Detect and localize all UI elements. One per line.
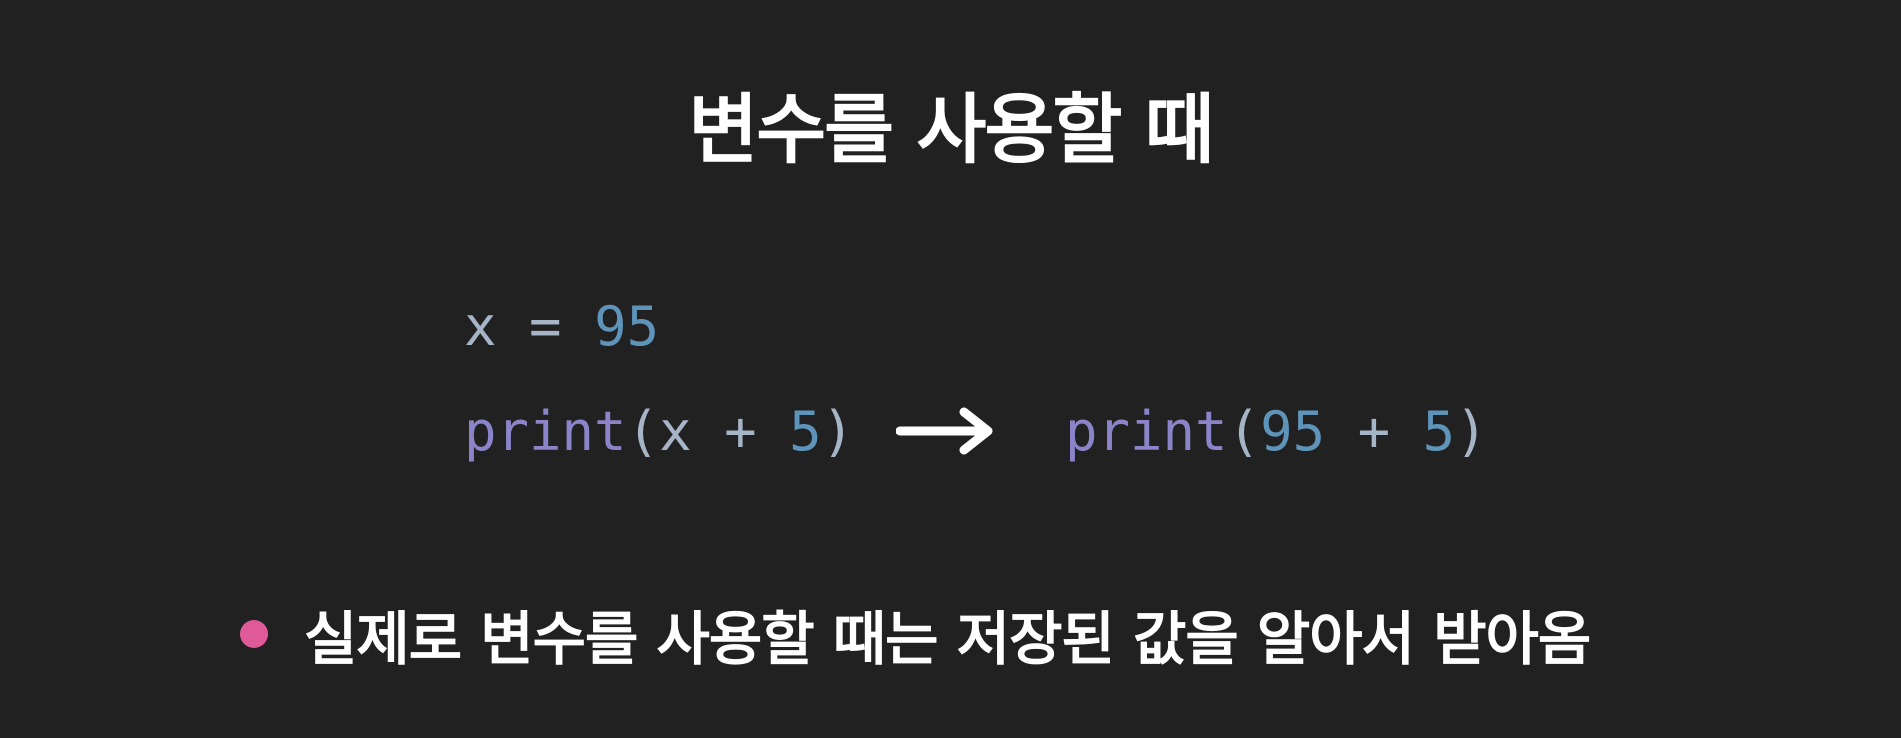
code-operator: =: [496, 295, 595, 358]
bullet-dot-icon: [240, 620, 268, 648]
code-operator: +: [1325, 400, 1423, 463]
right-arrow-icon: [896, 407, 993, 455]
code-line-assignment: x = 95: [464, 292, 659, 362]
code-paren-open: (: [626, 400, 660, 463]
code-function: print: [464, 400, 627, 463]
code-paren-open: (: [1227, 400, 1261, 463]
code-number: 95: [1260, 400, 1326, 463]
code-number: 95: [594, 295, 660, 358]
code-paren-close: ): [821, 400, 855, 463]
code-number: 5: [789, 400, 822, 463]
code-variable: x: [464, 295, 497, 358]
slide-title: 변수를 사용할 때: [688, 85, 1214, 174]
code-paren-close: ): [1455, 400, 1488, 463]
code-line-print-variable: print(x + 5): [464, 397, 854, 467]
slide: 변수를 사용할 때 x = 95 print(x + 5) print(95 +…: [0, 0, 1901, 738]
bullet-text: 실제로 변수를 사용할 때는 저장된 값을 알아서 받아옴: [304, 605, 1591, 673]
code-number: 5: [1422, 400, 1456, 463]
bullet-item: 실제로 변수를 사용할 때는 저장된 값을 알아서 받아옴: [240, 594, 1591, 674]
code-function: print: [1065, 400, 1228, 463]
code-line-print-value: print(95 + 5): [1065, 397, 1488, 467]
code-variable: x: [659, 400, 692, 463]
code-operator: +: [691, 400, 790, 463]
